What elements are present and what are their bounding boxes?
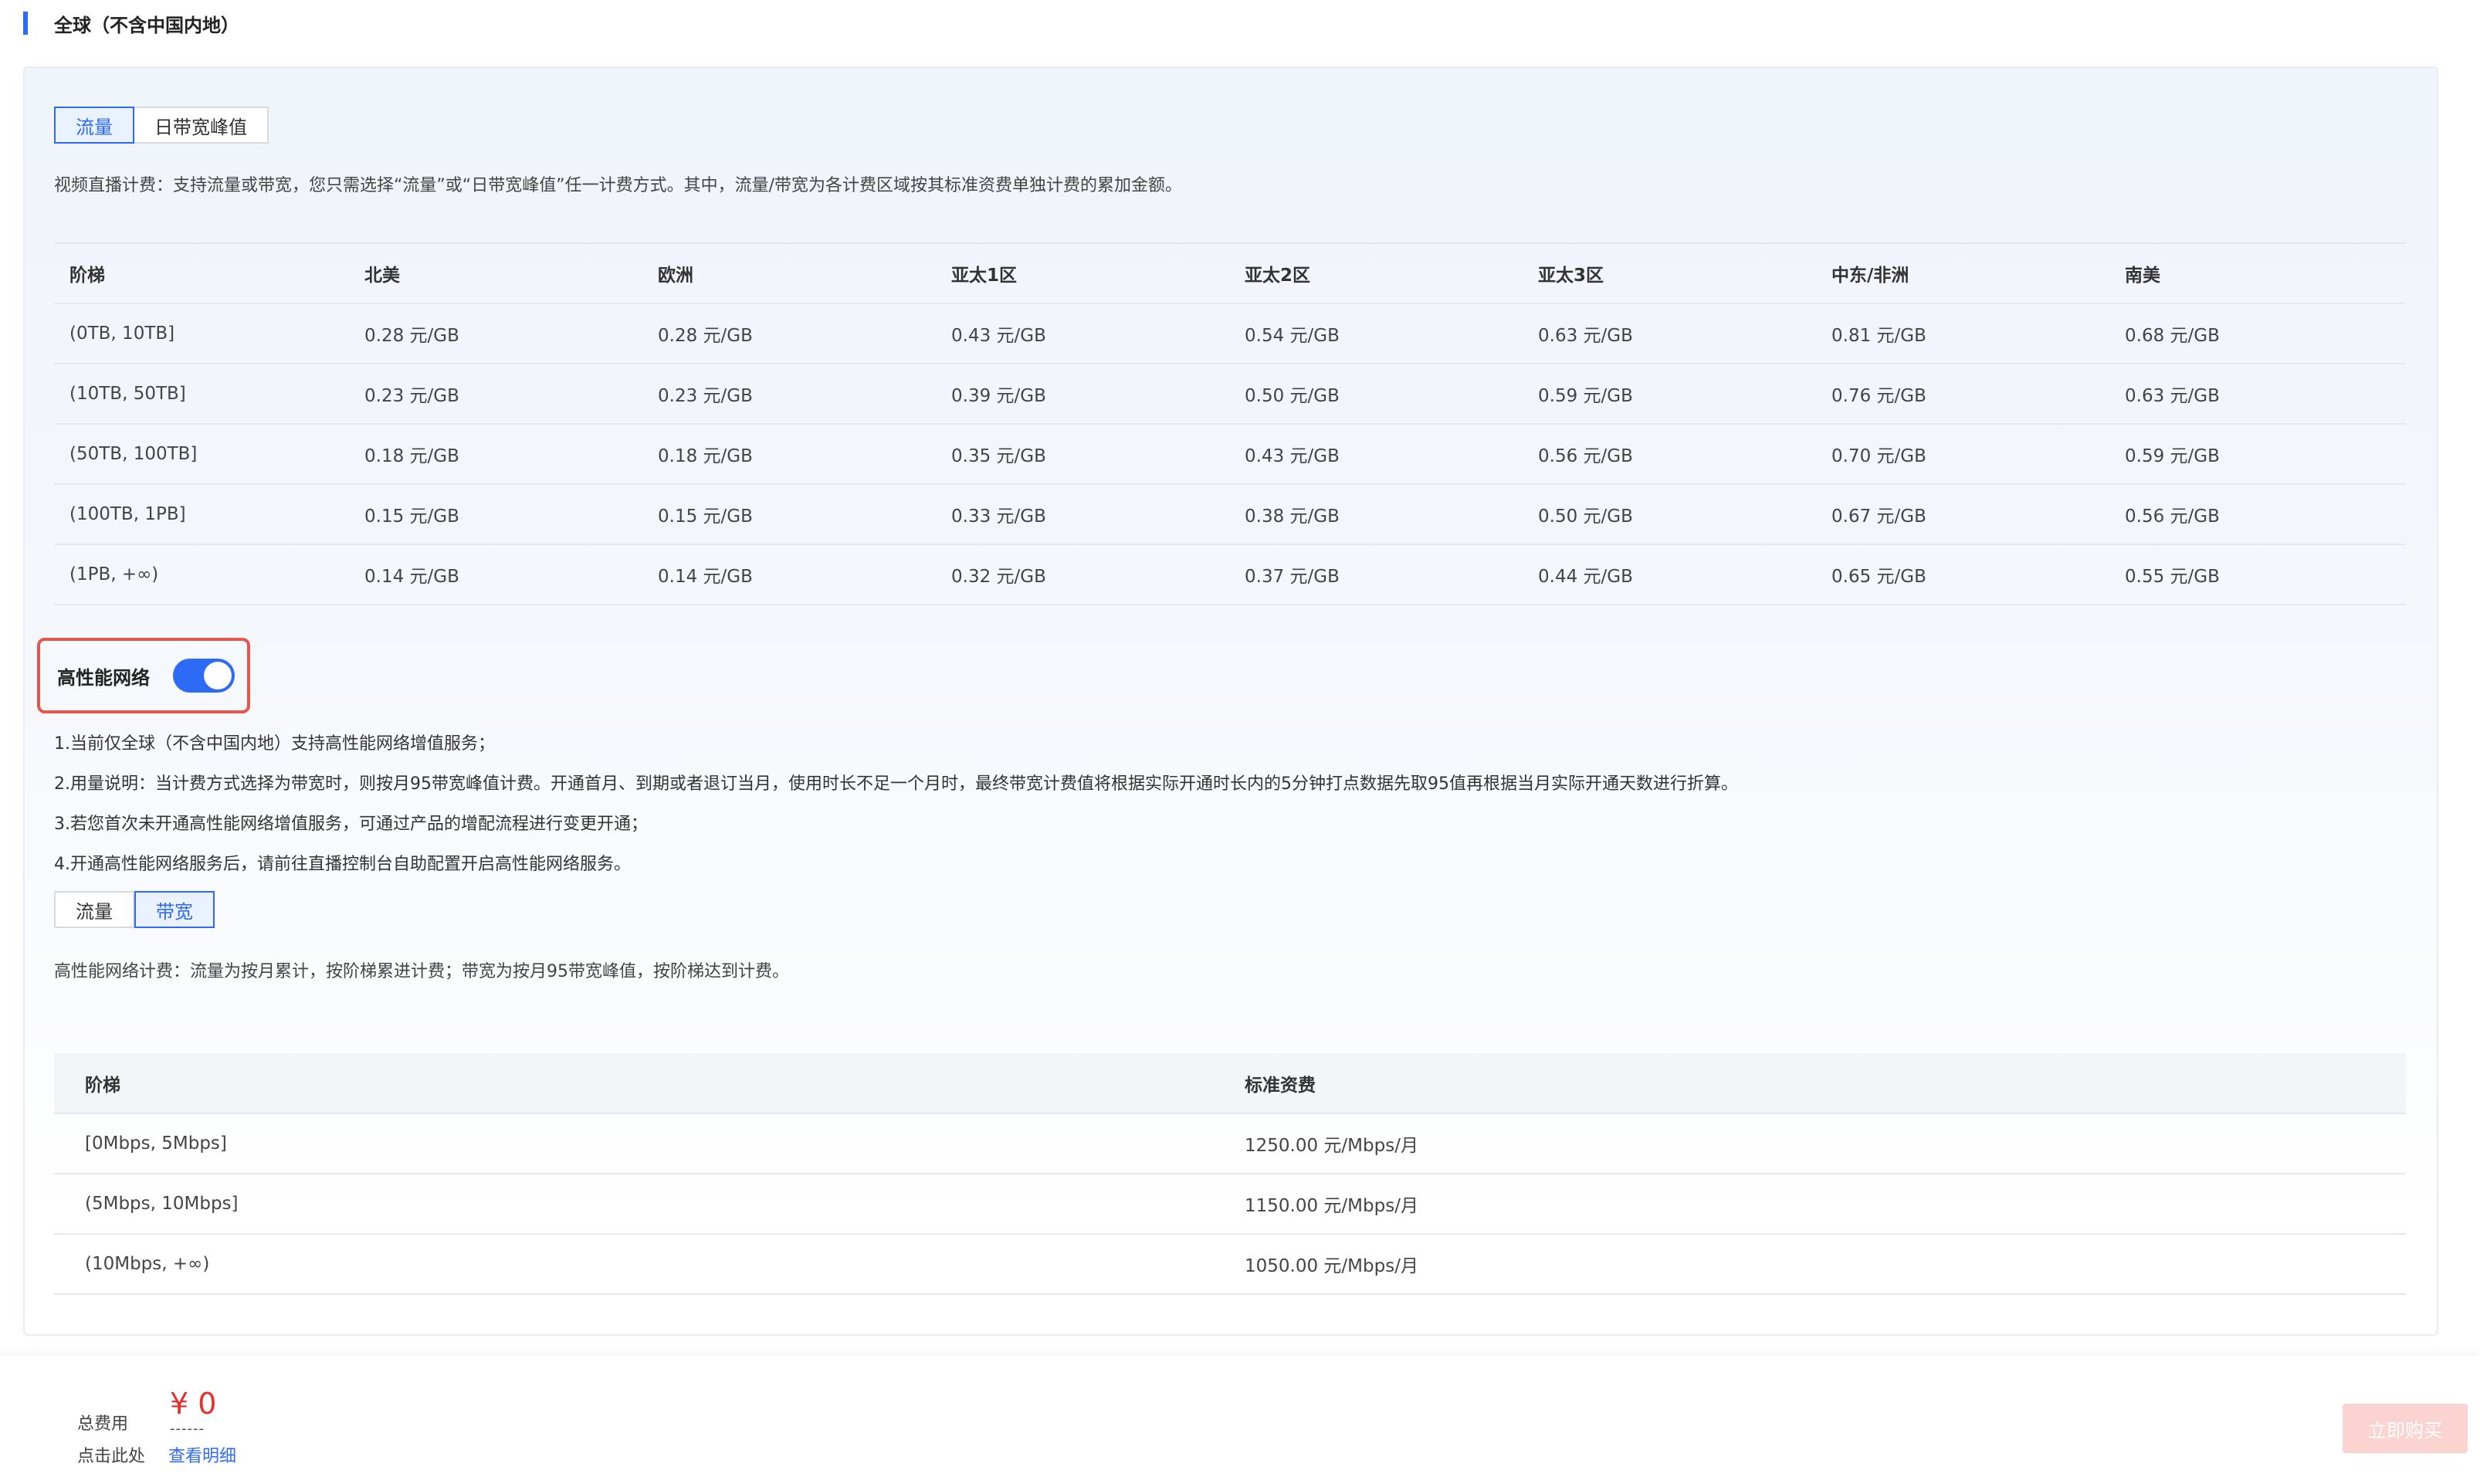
hpn-billing-description: 高性能网络计费：流量为按月累计，按阶梯累进计费；带宽为按月95带宽峰值，按阶梯达… bbox=[54, 962, 789, 981]
table-cell: (100TB, 1PB] bbox=[54, 484, 349, 545]
table-cell: 0.32 元/GB bbox=[936, 544, 1229, 605]
table-cell: 0.23 元/GB bbox=[642, 364, 936, 425]
table-cell: 0.43 元/GB bbox=[936, 303, 1229, 364]
table-cell: 0.38 元/GB bbox=[1229, 484, 1523, 545]
toggle-knob bbox=[204, 662, 232, 689]
header-tier: 阶梯 bbox=[54, 242, 349, 304]
table-row: (5Mbps, 10Mbps] 1150.00 元/Mbps/月 bbox=[54, 1174, 2406, 1235]
table-cell: 0.55 元/GB bbox=[2109, 544, 2406, 605]
total-cost-underline: ------ bbox=[170, 1421, 205, 1437]
table-cell: 0.15 元/GB bbox=[642, 484, 936, 545]
tab-traffic[interactable]: 流量 bbox=[54, 107, 134, 144]
table-cell: 0.18 元/GB bbox=[642, 424, 936, 485]
table-cell: 0.59 元/GB bbox=[2109, 424, 2406, 485]
table-cell: 0.35 元/GB bbox=[936, 424, 1229, 485]
view-details-link[interactable]: 查看明细 bbox=[168, 1442, 236, 1467]
hpn-notes: 1.当前仅全球（不含中国内地）支持高性能网络增值服务； 2.用量说明：当计费方式… bbox=[54, 724, 1738, 885]
table-cell: 0.67 元/GB bbox=[1816, 484, 2109, 545]
table-cell: 0.28 元/GB bbox=[642, 303, 936, 364]
table-cell: 0.54 元/GB bbox=[1229, 303, 1523, 364]
hpn-note: 3.若您首次未开通高性能网络增值服务，可通过产品的增配流程进行变更开通； bbox=[54, 815, 648, 834]
table-cell: 0.59 元/GB bbox=[1523, 364, 1816, 425]
table-header-row: 阶梯 北美 欧洲 亚太1区 亚太2区 亚太3区 中东/非洲 南美 bbox=[54, 242, 2406, 304]
table-cell: 0.18 元/GB bbox=[349, 424, 642, 485]
click-here-label: 点击此处 bbox=[77, 1447, 146, 1466]
hpn-billing-tabs: 流量 带宽 bbox=[54, 891, 215, 928]
table-cell: 0.23 元/GB bbox=[349, 364, 642, 425]
hpn-note: 4.开通高性能网络服务后，请前往直播控制台自助配置开启高性能网络服务。 bbox=[54, 855, 631, 874]
table-cell: 0.43 元/GB bbox=[1229, 424, 1523, 485]
table-cell: (1PB, +∞) bbox=[54, 544, 349, 605]
buy-now-button[interactable]: 立即购买 bbox=[2343, 1404, 2468, 1453]
table-cell: 1250.00 元/Mbps/月 bbox=[1214, 1113, 2406, 1174]
live-billing-description: 视频直播计费：支持流量或带宽，您只需选择“流量”或“日带宽峰值”任一计费方式。其… bbox=[54, 176, 1183, 195]
section-title-text: 全球（不含中国内地） bbox=[54, 14, 239, 36]
live-price-table: 阶梯 北美 欧洲 亚太1区 亚太2区 亚太3区 中东/非洲 南美 (0TB, 1… bbox=[54, 242, 2406, 605]
table-header-row: 阶梯 标准资费 bbox=[54, 1053, 2406, 1114]
table-cell: 0.33 元/GB bbox=[936, 484, 1229, 545]
table-cell: 0.56 元/GB bbox=[2109, 484, 2406, 545]
table-cell: 1050.00 元/Mbps/月 bbox=[1214, 1234, 2406, 1295]
table-cell: 0.68 元/GB bbox=[2109, 303, 2406, 364]
table-cell: [0Mbps, 5Mbps] bbox=[54, 1113, 1214, 1174]
table-cell: 0.63 元/GB bbox=[2109, 364, 2406, 425]
table-cell: 0.15 元/GB bbox=[349, 484, 642, 545]
table-row: [0Mbps, 5Mbps] 1250.00 元/Mbps/月 bbox=[54, 1113, 2406, 1174]
table-cell: 0.14 元/GB bbox=[349, 544, 642, 605]
table-cell: 0.70 元/GB bbox=[1816, 424, 2109, 485]
header-apac-2: 亚太2区 bbox=[1229, 242, 1523, 304]
table-cell: 1150.00 元/Mbps/月 bbox=[1214, 1174, 2406, 1235]
high-performance-network-box: 高性能网络 bbox=[37, 638, 250, 713]
section-title: 全球（不含中国内地） bbox=[23, 9, 239, 37]
table-cell: 0.28 元/GB bbox=[349, 303, 642, 364]
tab-hpn-traffic[interactable]: 流量 bbox=[54, 891, 134, 928]
table-cell: (0TB, 10TB] bbox=[54, 303, 349, 364]
total-cost-amount: ¥ 0 bbox=[170, 1387, 217, 1421]
header-europe: 欧洲 bbox=[642, 242, 936, 304]
table-cell: (50TB, 100TB] bbox=[54, 424, 349, 485]
table-row: (10Mbps, +∞) 1050.00 元/Mbps/月 bbox=[54, 1234, 2406, 1295]
table-cell: 0.65 元/GB bbox=[1816, 544, 2109, 605]
table-cell: 0.37 元/GB bbox=[1229, 544, 1523, 605]
table-row: (50TB, 100TB] 0.18 元/GB 0.18 元/GB 0.35 元… bbox=[54, 424, 2406, 485]
total-cost-label: 总费用 bbox=[77, 1415, 129, 1434]
header-south-america: 南美 bbox=[2109, 242, 2406, 304]
table-cell: (10TB, 50TB] bbox=[54, 364, 349, 425]
header-north-america: 北美 bbox=[349, 242, 642, 304]
header-apac-3: 亚太3区 bbox=[1523, 242, 1816, 304]
header-standard-rate: 标准资费 bbox=[1214, 1053, 2406, 1114]
hpn-price-table: 阶梯 标准资费 [0Mbps, 5Mbps] 1250.00 元/Mbps/月 … bbox=[54, 1053, 2406, 1295]
table-cell: 0.44 元/GB bbox=[1523, 544, 1816, 605]
table-cell: (5Mbps, 10Mbps] bbox=[54, 1174, 1214, 1235]
table-cell: 0.63 元/GB bbox=[1523, 303, 1816, 364]
header-apac-1: 亚太1区 bbox=[936, 242, 1229, 304]
high-performance-network-label: 高性能网络 bbox=[57, 666, 150, 689]
section-marker bbox=[23, 12, 28, 35]
table-row: (1PB, +∞) 0.14 元/GB 0.14 元/GB 0.32 元/GB … bbox=[54, 544, 2406, 605]
hpn-note: 2.用量说明：当计费方式选择为带宽时，则按月95带宽峰值计费。开通首月、到期或者… bbox=[54, 774, 1738, 794]
table-row: (0TB, 10TB] 0.28 元/GB 0.28 元/GB 0.43 元/G… bbox=[54, 303, 2406, 364]
header-middle-east-africa: 中东/非洲 bbox=[1816, 242, 2109, 304]
table-cell: 0.81 元/GB bbox=[1816, 303, 2109, 364]
tab-hpn-bandwidth[interactable]: 带宽 bbox=[134, 891, 215, 928]
table-cell: 0.50 元/GB bbox=[1523, 484, 1816, 545]
live-billing-tabs: 流量 日带宽峰值 bbox=[54, 107, 269, 144]
table-cell: 0.76 元/GB bbox=[1816, 364, 2109, 425]
hpn-note: 1.当前仅全球（不含中国内地）支持高性能网络增值服务； bbox=[54, 734, 495, 754]
table-cell: 0.50 元/GB bbox=[1229, 364, 1523, 425]
table-row: (100TB, 1PB] 0.15 元/GB 0.15 元/GB 0.33 元/… bbox=[54, 484, 2406, 545]
table-cell: 0.14 元/GB bbox=[642, 544, 936, 605]
checkout-footer: 总费用 ¥ 0 ------ 点击此处 查看明细 立即购买 bbox=[0, 1356, 2480, 1484]
header-tier: 阶梯 bbox=[54, 1053, 1214, 1114]
high-performance-network-toggle[interactable] bbox=[173, 659, 235, 693]
table-cell: 0.39 元/GB bbox=[936, 364, 1229, 425]
table-cell: 0.56 元/GB bbox=[1523, 424, 1816, 485]
table-row: (10TB, 50TB] 0.23 元/GB 0.23 元/GB 0.39 元/… bbox=[54, 364, 2406, 425]
tab-daily-bandwidth-peak[interactable]: 日带宽峰值 bbox=[134, 107, 269, 144]
table-cell: (10Mbps, +∞) bbox=[54, 1234, 1214, 1295]
